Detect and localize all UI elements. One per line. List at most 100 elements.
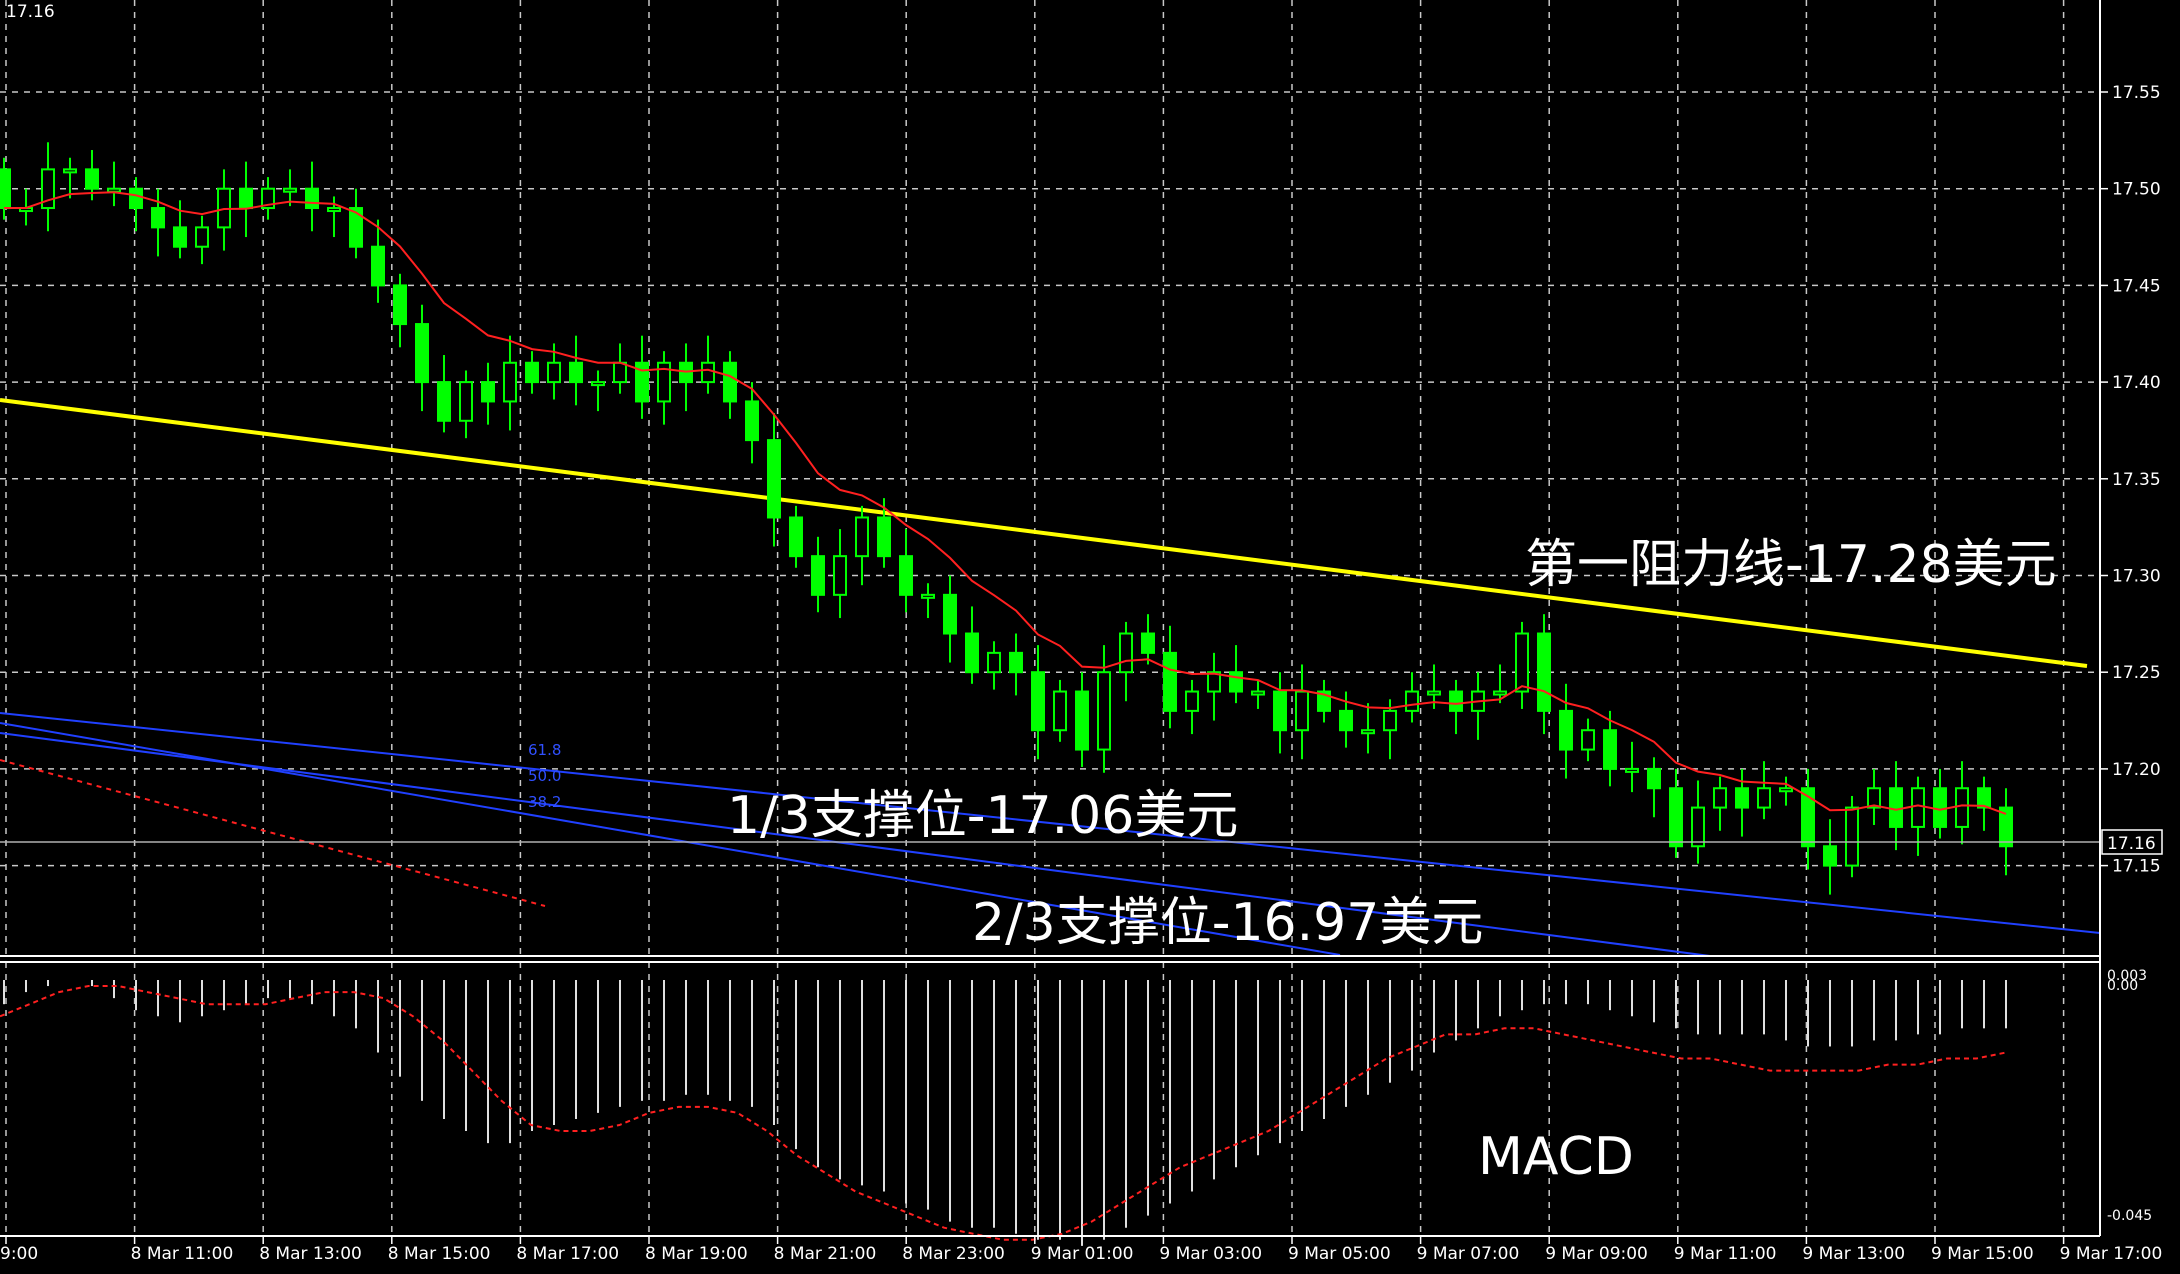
candle-body-up bbox=[1581, 729, 1595, 751]
price-tick-label: 17.45 bbox=[2112, 276, 2161, 296]
candle-body-up bbox=[1405, 690, 1419, 712]
candle-body-up bbox=[833, 555, 847, 596]
candle-body-down bbox=[1229, 671, 1243, 693]
candle-body-up bbox=[1625, 767, 1639, 773]
candle-body-down bbox=[1977, 787, 1991, 809]
candle-body-down bbox=[1823, 845, 1837, 867]
candle-body-down bbox=[1141, 632, 1155, 654]
macd-axis-zero: 0.00 bbox=[2107, 978, 2138, 994]
candle-body-down bbox=[877, 516, 891, 558]
time-tick-label: 8 Mar 23:00 bbox=[902, 1244, 1005, 1264]
price-tick-label: 17.55 bbox=[2112, 83, 2161, 103]
candle-body-up bbox=[1955, 787, 1969, 828]
candle-body-up bbox=[547, 361, 561, 384]
time-tick-label: 9 Mar 05:00 bbox=[1288, 1244, 1391, 1264]
price-chart: 61.8 50.0 38.2 17.55 17.50 17.45 17.40 17.35… bbox=[0, 0, 2180, 1274]
candle-body-up bbox=[701, 361, 715, 384]
time-tick-label: 8 Mar 17:00 bbox=[516, 1244, 619, 1264]
fibo-label-382: 38.2 bbox=[528, 793, 561, 811]
candle-body-down bbox=[1647, 767, 1661, 790]
candle-body-down bbox=[1163, 651, 1177, 712]
candle-body-up bbox=[1427, 690, 1441, 696]
candle-body-down bbox=[437, 381, 451, 422]
candle-body-down bbox=[525, 361, 539, 384]
time-tick-label: 8 Mar 21:00 bbox=[774, 1244, 877, 1264]
candle-body-down bbox=[569, 361, 583, 384]
candle-body-up bbox=[63, 168, 77, 174]
resistance-annotation: 第一阻力线-17.28美元 bbox=[1525, 535, 2057, 595]
candle-body-up bbox=[1691, 806, 1705, 848]
candle-body-up bbox=[1251, 690, 1265, 696]
candle-body-down bbox=[965, 632, 979, 674]
candle-body-up bbox=[1295, 690, 1309, 732]
candle-body-down bbox=[129, 187, 143, 210]
candle-body-down bbox=[767, 439, 781, 519]
candle-body-down bbox=[85, 168, 99, 190]
candle-body-up bbox=[1361, 729, 1375, 735]
candle-body-down bbox=[1075, 690, 1089, 751]
macd-axis-min: -0.045 bbox=[2107, 1208, 2152, 1224]
candle-body-up bbox=[1383, 709, 1397, 732]
time-tick-label: 9:00 bbox=[0, 1244, 38, 1264]
candle-body-down bbox=[151, 207, 165, 229]
time-tick-label: 9 Mar 07:00 bbox=[1417, 1244, 1520, 1264]
candle-body-down bbox=[1669, 787, 1683, 848]
candle-body-down bbox=[1449, 690, 1463, 712]
price-tick-label: 17.20 bbox=[2112, 760, 2161, 780]
candle-body-up bbox=[921, 593, 935, 599]
candle-body-down bbox=[1537, 632, 1551, 712]
candle-body-up bbox=[1757, 787, 1771, 809]
fibo-label-500: 50.0 bbox=[528, 767, 561, 785]
price-tick-label: 17.15 bbox=[2112, 857, 2161, 877]
candle-body-up bbox=[613, 361, 627, 384]
candle-body-down bbox=[811, 555, 825, 596]
candle-body-down bbox=[723, 361, 737, 403]
support-2-annotation: 2/3支撑位-16.97美元 bbox=[972, 893, 1483, 953]
candle-body-up bbox=[1185, 690, 1199, 712]
time-tick-label: 8 Mar 19:00 bbox=[645, 1244, 748, 1264]
candle-body-up bbox=[283, 187, 297, 193]
candle-body-down bbox=[0, 168, 11, 210]
time-tick-label: 9 Mar 09:00 bbox=[1545, 1244, 1648, 1264]
price-tick-label: 17.50 bbox=[2112, 180, 2161, 200]
candle-body-up bbox=[1493, 690, 1507, 696]
candle-body-up bbox=[1053, 690, 1067, 732]
time-tick-label: 8 Mar 13:00 bbox=[259, 1244, 362, 1264]
candle-body-up bbox=[1911, 787, 1925, 828]
fibo-label-618: 61.8 bbox=[528, 741, 561, 759]
candle-body-down bbox=[371, 245, 385, 287]
candle-body-down bbox=[305, 187, 319, 210]
current-price-label: 17.16 bbox=[2107, 834, 2156, 854]
price-tick-label: 17.40 bbox=[2112, 373, 2161, 393]
time-tick-label: 8 Mar 11:00 bbox=[131, 1244, 234, 1264]
time-tick-label: 9 Mar 15:00 bbox=[1931, 1244, 2034, 1264]
candle-body-down bbox=[239, 187, 253, 210]
candle-body-down bbox=[1273, 690, 1287, 732]
time-tick-label: 8 Mar 15:00 bbox=[388, 1244, 491, 1264]
candle-body-down bbox=[1933, 787, 1947, 828]
candle-body-up bbox=[1779, 787, 1793, 793]
candle-body-down bbox=[1559, 709, 1573, 751]
candle-body-down bbox=[745, 400, 759, 442]
candle-body-up bbox=[459, 381, 473, 422]
price-tick-label: 17.30 bbox=[2112, 567, 2161, 587]
candle-body-down bbox=[393, 284, 407, 326]
candle-body-up bbox=[1515, 632, 1529, 693]
candle-body-up bbox=[1713, 787, 1727, 809]
candle-body-down bbox=[481, 381, 495, 403]
time-tick-label: 9 Mar 17:00 bbox=[2060, 1244, 2163, 1264]
macd-label: MACD bbox=[1478, 1127, 1634, 1187]
candle-body-down bbox=[173, 226, 187, 248]
candle-body-down bbox=[1603, 729, 1617, 770]
candle-body-up bbox=[1119, 632, 1133, 674]
candle-body-down bbox=[1889, 787, 1903, 828]
time-tick-label: 9 Mar 03:00 bbox=[1159, 1244, 1262, 1264]
candle-body-down bbox=[789, 516, 803, 558]
price-tick-label: 17.35 bbox=[2112, 470, 2161, 490]
time-tick-label: 9 Mar 13:00 bbox=[1802, 1244, 1905, 1264]
symbol-price-label: 17.16 bbox=[6, 2, 55, 22]
support-1-annotation: 1/3支撑位-17.06美元 bbox=[727, 786, 1238, 846]
time-tick-label: 9 Mar 01:00 bbox=[1031, 1244, 1134, 1264]
candle-body-down bbox=[1339, 709, 1353, 732]
candle-body-up bbox=[855, 516, 869, 558]
